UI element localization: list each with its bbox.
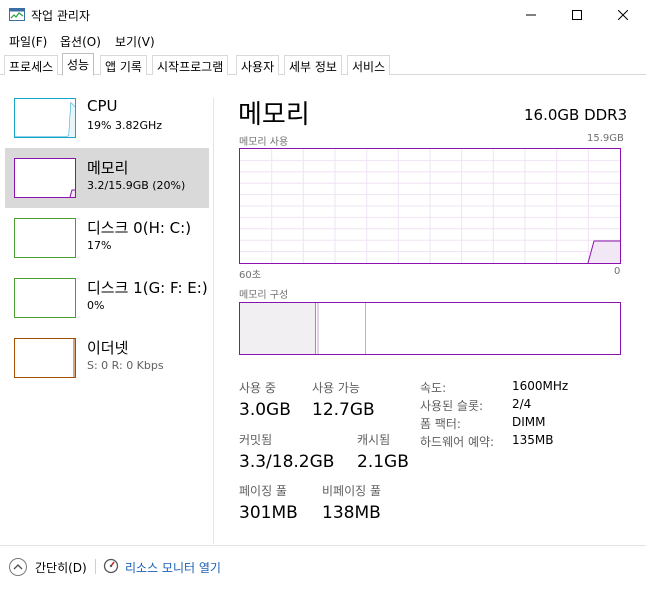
speed-value: 1600MHz xyxy=(512,379,569,393)
composition-in-use xyxy=(240,303,316,354)
committed-label: 커밋됨 xyxy=(239,433,273,447)
tab-details[interactable]: 세부 정보 xyxy=(284,55,342,75)
resource-name: 이더넷 xyxy=(87,339,129,357)
memory-usage-max: 15.9GB xyxy=(587,133,624,144)
open-resource-monitor-link[interactable]: 리소스 모니터 열기 xyxy=(125,559,221,576)
menu-options[interactable]: 옵션(O) xyxy=(60,33,101,50)
footer-divider xyxy=(95,559,96,574)
resource-detail: S: 0 R: 0 Kbps xyxy=(87,359,164,372)
chevron-up-icon xyxy=(13,564,23,570)
memory-sparkline xyxy=(69,189,75,197)
paged-pool-label: 페이징 풀 xyxy=(239,484,287,498)
minimize-button[interactable] xyxy=(508,0,554,30)
memory-usage-label: 메모리 사용 xyxy=(239,137,289,148)
resource-name: 메모리 xyxy=(87,159,129,177)
committed-value: 3.3/18.2GB xyxy=(239,452,335,472)
menu-view[interactable]: 보기(V) xyxy=(115,33,155,50)
form-factor-value: DIMM xyxy=(512,415,546,429)
minimize-icon xyxy=(526,14,536,16)
close-icon xyxy=(618,10,628,20)
page-title: 메모리 xyxy=(238,100,310,130)
memory-spec: 16.0GB DDR3 xyxy=(524,106,628,124)
available-value: 12.7GB xyxy=(312,400,375,420)
memory-thumbnail xyxy=(14,158,76,198)
tab-services[interactable]: 서비스 xyxy=(347,55,391,75)
maximize-button[interactable] xyxy=(554,0,600,30)
resource-ethernet[interactable]: 이더넷 S: 0 R: 0 Kbps xyxy=(5,328,209,388)
tab-startup[interactable]: 시작프로그램 xyxy=(152,55,229,75)
resource-detail: 19% 3.82GHz xyxy=(87,119,163,132)
task-manager-icon xyxy=(9,8,25,21)
cached-value: 2.1GB xyxy=(357,452,409,472)
resource-cpu[interactable]: CPU 19% 3.82GHz xyxy=(5,88,209,148)
disk0-thumbnail xyxy=(14,218,76,258)
cpu-sparkline xyxy=(15,101,75,137)
collapse-label[interactable]: 간단히(D) xyxy=(35,559,87,576)
resource-list: CPU 19% 3.82GHz 메모리 3.2/15.9GB (20%) 디스크… xyxy=(0,76,214,546)
paged-pool-value: 301MB xyxy=(239,503,298,523)
memory-usage-chart xyxy=(240,149,620,263)
form-factor-label: 폼 팩터: xyxy=(420,417,461,431)
menu-file[interactable]: 파일(F) xyxy=(9,33,47,50)
cached-label: 캐시됨 xyxy=(357,433,391,447)
window-title: 작업 관리자 xyxy=(31,9,91,23)
nonpaged-pool-label: 비페이징 풀 xyxy=(322,484,382,498)
resource-detail: 0% xyxy=(87,299,105,312)
memory-usage-graph xyxy=(239,148,621,264)
slots-value: 2/4 xyxy=(512,397,532,411)
resource-detail: 3.2/15.9GB (20%) xyxy=(87,179,186,192)
resource-name: 디스크 0(H: C:) xyxy=(87,219,192,237)
hardware-reserved-value: 135MB xyxy=(512,433,554,447)
close-button[interactable] xyxy=(600,0,646,30)
memory-composition-label: 메모리 구성 xyxy=(239,290,289,301)
cpu-thumbnail xyxy=(14,98,76,138)
maximize-icon xyxy=(572,10,582,20)
resource-detail: 17% xyxy=(87,239,112,252)
ethernet-thumbnail xyxy=(14,338,76,378)
resource-name: CPU xyxy=(87,97,118,115)
tab-processes[interactable]: 프로세스 xyxy=(4,55,59,75)
composition-standby xyxy=(365,303,366,354)
resource-disk1[interactable]: 디스크 1(G: F: E:) 0% xyxy=(5,268,209,328)
nonpaged-pool-value: 138MB xyxy=(322,503,381,523)
menu-bar: 파일(F) 옵션(O) 보기(V) xyxy=(0,30,646,52)
speed-label: 속도: xyxy=(420,381,447,395)
tab-app-history[interactable]: 앱 기록 xyxy=(100,55,147,75)
composition-modified xyxy=(317,303,319,354)
resource-memory[interactable]: 메모리 3.2/15.9GB (20%) xyxy=(5,148,209,208)
slots-label: 사용된 슬롯: xyxy=(420,399,484,413)
hardware-reserved-label: 하드웨어 예약: xyxy=(420,435,495,449)
time-axis-end: 0 xyxy=(614,266,621,277)
disk1-thumbnail xyxy=(14,278,76,318)
resource-name: 디스크 1(G: F: E:) xyxy=(87,279,208,297)
tab-performance[interactable]: 성능 xyxy=(62,53,95,76)
ethernet-sparkline xyxy=(73,339,75,377)
collapse-button[interactable] xyxy=(9,558,27,576)
in-use-value: 3.0GB xyxy=(239,400,291,420)
resource-monitor-icon xyxy=(103,558,119,574)
panel-divider xyxy=(213,98,214,544)
tab-bar: 프로세스 성능 앱 기록 시작프로그램 사용자 세부 정보 서비스 xyxy=(0,53,646,76)
footer-separator xyxy=(0,545,646,546)
memory-composition-bar xyxy=(239,302,621,355)
resource-disk0[interactable]: 디스크 0(H: C:) 17% xyxy=(5,208,209,268)
tab-users[interactable]: 사용자 xyxy=(236,55,280,75)
time-axis-start: 60초 xyxy=(239,270,261,281)
in-use-label: 사용 중 xyxy=(239,381,276,395)
title-bar: 작업 관리자 xyxy=(0,0,646,30)
available-label: 사용 가능 xyxy=(312,381,360,395)
